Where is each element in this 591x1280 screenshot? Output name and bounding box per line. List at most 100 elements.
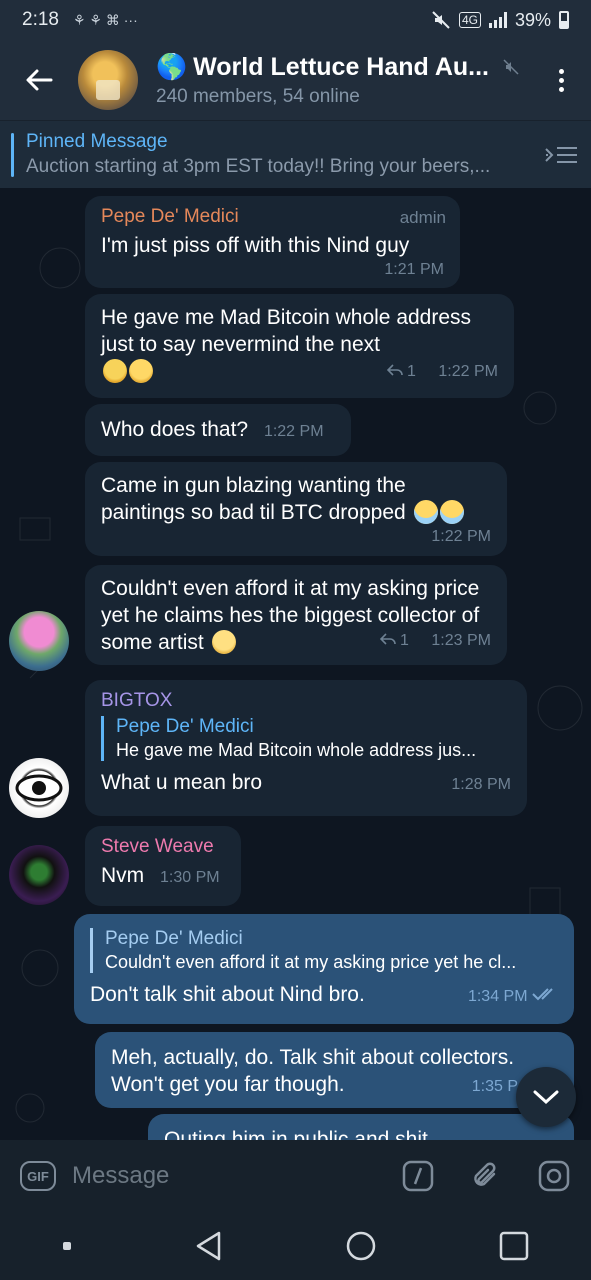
message-time: 1:30 PM bbox=[160, 869, 220, 886]
chat-header: 🌎 World Lettuce Hand Au... 240 members, … bbox=[0, 40, 591, 120]
muted-icon bbox=[503, 59, 519, 75]
message-text: What u mean bro 1:28 PM bbox=[101, 769, 511, 798]
message-text: Came in gun blazing wanting the painting… bbox=[101, 472, 491, 526]
message-text: I'm just piss off with this Nind guy bbox=[101, 234, 410, 257]
gif-button[interactable]: GIF bbox=[20, 1161, 56, 1191]
back-button[interactable] bbox=[0, 40, 78, 120]
group-avatar[interactable] bbox=[78, 50, 138, 110]
pinned-title: Pinned Message bbox=[26, 131, 168, 152]
message-time: 1:34 PM bbox=[467, 988, 528, 1005]
sender-name: Steve Weave bbox=[101, 836, 214, 857]
paperclip-icon bbox=[474, 1162, 496, 1186]
message-list[interactable]: Pepe De' Medici admin I'm just piss off … bbox=[0, 188, 591, 1140]
reply-count[interactable]: 1 bbox=[407, 363, 416, 380]
slash-command-icon bbox=[402, 1160, 434, 1192]
signal-icon bbox=[488, 12, 507, 28]
eye-roll-emoji-icon bbox=[211, 630, 236, 654]
message-bubble-outgoing[interactable]: Pepe De' Medici Couldn't even afford it … bbox=[74, 914, 574, 1024]
nav-home-icon[interactable] bbox=[345, 1230, 377, 1262]
scroll-to-bottom-button[interactable] bbox=[516, 1067, 576, 1127]
message-bubble-outgoing[interactable]: Outing him in public and shit bbox=[148, 1114, 574, 1140]
attach-button[interactable] bbox=[469, 1159, 503, 1193]
chat-title: 🌎 World Lettuce Hand Au... bbox=[156, 53, 531, 82]
read-check-icon bbox=[532, 988, 553, 1001]
joy-emoji-icon bbox=[439, 500, 464, 524]
message-text: Nvm 1:30 PM bbox=[101, 862, 225, 891]
message-text-body: Came in gun blazing wanting the painting… bbox=[101, 474, 406, 524]
status-bar: 2:18 ⚘ ⚘ ⌘ ··· 4G 39% bbox=[0, 0, 591, 40]
network-type: 4G bbox=[458, 12, 481, 28]
nav-back-icon[interactable] bbox=[194, 1230, 224, 1262]
admin-badge: admin bbox=[399, 208, 446, 227]
globe-icon: 🌎 bbox=[156, 52, 188, 81]
status-time: 2:18 bbox=[22, 9, 59, 30]
message-text-body: Nvm bbox=[101, 864, 145, 887]
command-button[interactable] bbox=[401, 1159, 435, 1193]
sender-name: BIGTOX bbox=[101, 690, 173, 711]
reply-count[interactable]: 1 bbox=[400, 632, 409, 649]
message-bubble[interactable]: Who does that? 1:22 PM bbox=[85, 404, 351, 456]
pinned-list-button[interactable] bbox=[531, 143, 591, 167]
message-time: 1:22 PM bbox=[263, 423, 324, 440]
notification-icons: ⚘ ⚘ ⌘ ··· bbox=[72, 11, 138, 28]
quote-text: Couldn't even afford it at my asking pri… bbox=[105, 952, 517, 972]
message-input[interactable] bbox=[72, 1162, 401, 1190]
quote-sender: Pepe De' Medici bbox=[116, 716, 254, 737]
battery-percent: 39% bbox=[514, 9, 551, 30]
message-text-body: What u mean bro bbox=[101, 771, 263, 794]
system-nav-bar bbox=[0, 1212, 591, 1280]
pinned-indicator bbox=[11, 133, 14, 177]
message-bubble[interactable]: Couldn't even afford it at my asking pri… bbox=[85, 565, 507, 665]
message-bubble[interactable]: BIGTOX Pepe De' Medici He gave me Mad Bi… bbox=[85, 680, 527, 816]
eye-icon bbox=[15, 774, 63, 802]
avatar[interactable] bbox=[9, 845, 69, 905]
joy-emoji-icon bbox=[413, 500, 438, 524]
chat-subtitle: 240 members, 54 online bbox=[156, 85, 360, 107]
message-bubble[interactable]: He gave me Mad Bitcoin whole address jus… bbox=[85, 294, 514, 398]
message-bubble[interactable]: Pepe De' Medici admin I'm just piss off … bbox=[85, 196, 460, 288]
battery-icon bbox=[559, 11, 569, 29]
quote-sender: Pepe De' Medici bbox=[105, 928, 243, 949]
nav-dot-icon[interactable] bbox=[61, 1240, 73, 1252]
nav-recents-icon[interactable] bbox=[498, 1230, 530, 1262]
message-time: 1:21 PM bbox=[384, 261, 444, 278]
pin-list-icon bbox=[545, 146, 577, 163]
camera-icon bbox=[538, 1160, 570, 1192]
reply-icon bbox=[386, 364, 403, 376]
chevron-down-icon bbox=[533, 1090, 559, 1105]
message-text: Outing him in public and shit bbox=[164, 1128, 428, 1140]
pinned-message-bar[interactable]: Pinned Message Auction starting at 3pm E… bbox=[0, 120, 591, 188]
message-time: 1:23 PM bbox=[431, 632, 491, 649]
message-text-body: Who does that? bbox=[101, 418, 249, 441]
message-text-body: Don't talk shit about Nind bro. bbox=[90, 983, 365, 1006]
message-bubble[interactable]: Came in gun blazing wanting the painting… bbox=[85, 462, 507, 556]
status-right: 4G 39% bbox=[431, 10, 569, 31]
reply-icon bbox=[379, 633, 396, 645]
message-text: Don't talk shit about Nind bro. 1:34 PM bbox=[90, 981, 558, 1010]
scream-emoji-icon bbox=[103, 359, 127, 383]
quote-text: He gave me Mad Bitcoin whole address jus… bbox=[116, 740, 477, 760]
message-bubble-outgoing[interactable]: Meh, actually, do. Talk shit about colle… bbox=[95, 1032, 574, 1108]
camera-button[interactable] bbox=[537, 1159, 571, 1193]
reply-quote[interactable]: Pepe De' Medici Couldn't even afford it … bbox=[90, 928, 558, 973]
thinking-emoji-icon bbox=[129, 359, 153, 383]
back-arrow-icon bbox=[26, 69, 53, 91]
chat-title-block[interactable]: 🌎 World Lettuce Hand Au... 240 members, … bbox=[156, 53, 531, 108]
message-input-bar: GIF bbox=[0, 1140, 591, 1212]
chat-title-text: World Lettuce Hand Au... bbox=[193, 52, 489, 81]
message-meta: 1 1:22 PM bbox=[101, 363, 498, 381]
message-bubble[interactable]: Steve Weave Nvm 1:30 PM bbox=[85, 826, 241, 906]
mute-icon bbox=[432, 11, 450, 29]
pinned-preview: Auction starting at 3pm EST today!! Brin… bbox=[26, 156, 491, 177]
more-options-button[interactable] bbox=[531, 40, 591, 120]
reply-quote[interactable]: Pepe De' Medici He gave me Mad Bitcoin w… bbox=[101, 716, 511, 761]
message-meta: 1:34 PM bbox=[468, 983, 558, 1010]
message-time: 1:22 PM bbox=[438, 363, 498, 380]
avatar[interactable] bbox=[9, 611, 69, 671]
message-text: Who does that? 1:22 PM bbox=[101, 416, 335, 445]
message-time: 1:22 PM bbox=[431, 528, 491, 545]
avatar[interactable] bbox=[9, 758, 69, 818]
message-text-body: He gave me Mad Bitcoin whole address jus… bbox=[101, 306, 472, 356]
message-time: 1:28 PM bbox=[451, 776, 511, 793]
pinned-text: Pinned Message Auction starting at 3pm E… bbox=[26, 131, 531, 178]
